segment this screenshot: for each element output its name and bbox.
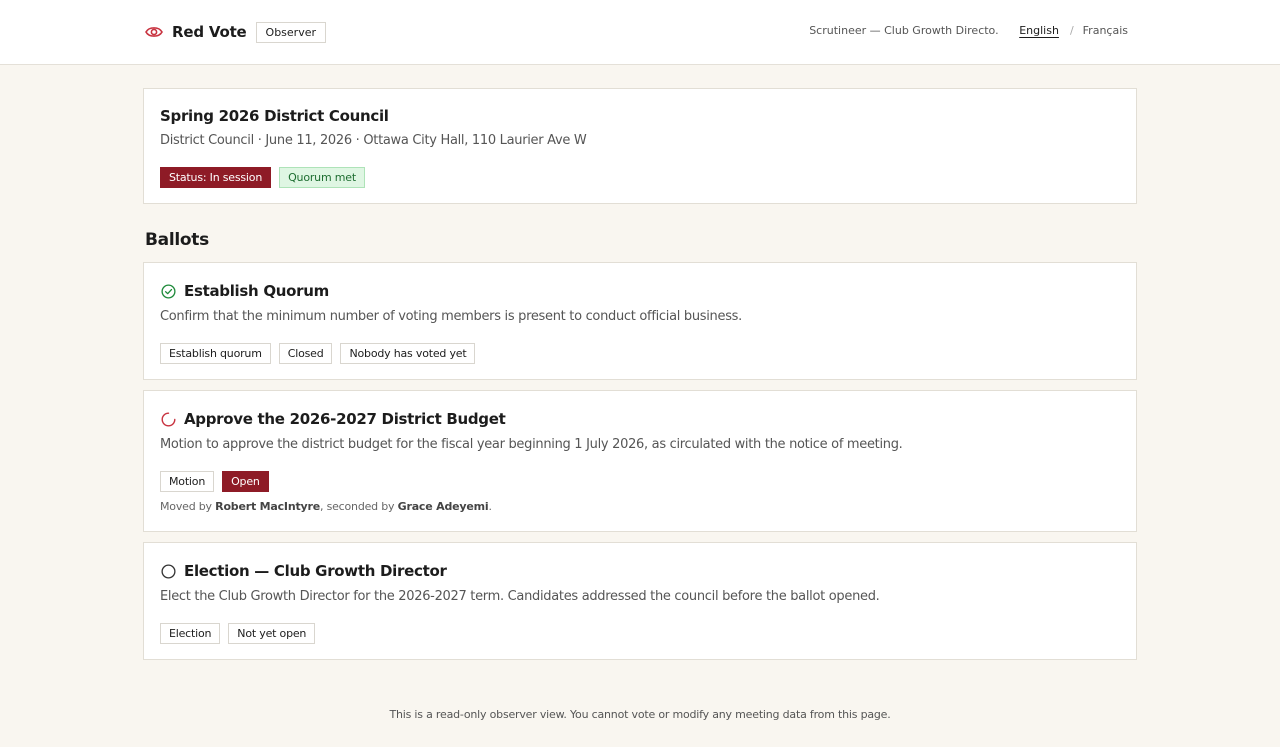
ballot-description: Motion to approve the district budget fo… xyxy=(160,437,903,452)
spinner-icon xyxy=(160,411,176,427)
ballot-type-badge: Motion xyxy=(160,471,215,492)
ballot-votes-badge: Nobody has voted yet xyxy=(340,343,476,364)
seconder-prefix: , seconded by xyxy=(319,500,398,513)
role-badge: Observer xyxy=(255,21,326,43)
ballot-title: Election — Club Growth Director xyxy=(184,562,447,580)
quorum-badge: Quorum met xyxy=(279,167,365,188)
ballot-status-badge: Not yet open xyxy=(228,623,316,644)
meeting-card: Spring 2026 District Council District Co… xyxy=(143,88,1137,204)
meeting-title: Spring 2026 District Council xyxy=(160,107,389,125)
seconder-name: Grace Adeyemi xyxy=(397,500,489,513)
check-circle-icon xyxy=(160,283,176,299)
footer-note: This is a read-only observer view. You c… xyxy=(389,708,891,721)
ballot-description: Confirm that the minimum number of votin… xyxy=(160,309,742,324)
ballot-description: Elect the Club Growth Director for the 2… xyxy=(160,589,880,604)
language-separator: / xyxy=(1069,24,1074,37)
language-french-link[interactable]: Français xyxy=(1083,24,1128,37)
ballot-card[interactable]: Establish Quorum Confirm that the minimu… xyxy=(143,262,1137,380)
ballot-header: Establish Quorum xyxy=(160,282,329,300)
ballot-title: Establish Quorum xyxy=(184,282,329,300)
meeting-meta: District Council · June 11, 2026 · Ottaw… xyxy=(160,133,587,148)
language-english-link[interactable]: English xyxy=(1019,24,1059,37)
brand[interactable]: Red Vote Observer xyxy=(145,21,326,43)
ballot-badges: Election Not yet open xyxy=(160,623,323,644)
mover-suffix: . xyxy=(488,500,492,513)
mover-name: Robert MacIntyre xyxy=(215,500,320,513)
user-label: Scrutineer — Club Growth Directo... xyxy=(809,24,1000,37)
ballot-badges: Motion Open xyxy=(160,471,277,492)
ballots-heading: Ballots xyxy=(145,230,209,250)
ballot-type-badge: Establish quorum xyxy=(160,343,271,364)
header-right: Scrutineer — Club Growth Directo... Engl… xyxy=(809,24,1128,37)
top-bar: Red Vote Observer Scrutineer — Club Grow… xyxy=(0,0,1280,65)
ballot-header: Approve the 2026-2027 District Budget xyxy=(160,410,506,428)
ballot-header: Election — Club Growth Director xyxy=(160,562,447,580)
empty-circle-icon xyxy=(160,563,176,579)
ballot-mover-line: Moved by Robert MacIntyre, seconded by G… xyxy=(160,500,492,513)
status-badge: Status: In session xyxy=(160,167,272,188)
ballot-card[interactable]: Approve the 2026-2027 District Budget Mo… xyxy=(143,390,1137,532)
eye-icon xyxy=(145,21,163,43)
ballot-type-badge: Election xyxy=(160,623,221,644)
ballot-status-badge: Closed xyxy=(278,343,333,364)
ballot-card[interactable]: Election — Club Growth Director Elect th… xyxy=(143,542,1137,660)
ballot-title: Approve the 2026-2027 District Budget xyxy=(184,410,506,428)
ballot-badges: Establish quorum Closed Nobody has voted… xyxy=(160,343,483,364)
ballot-status-badge: Open xyxy=(222,471,269,492)
mover-prefix: Moved by xyxy=(160,500,216,513)
meeting-badges: Status: In session Quorum met xyxy=(160,167,373,188)
app-name: Red Vote xyxy=(172,23,247,41)
